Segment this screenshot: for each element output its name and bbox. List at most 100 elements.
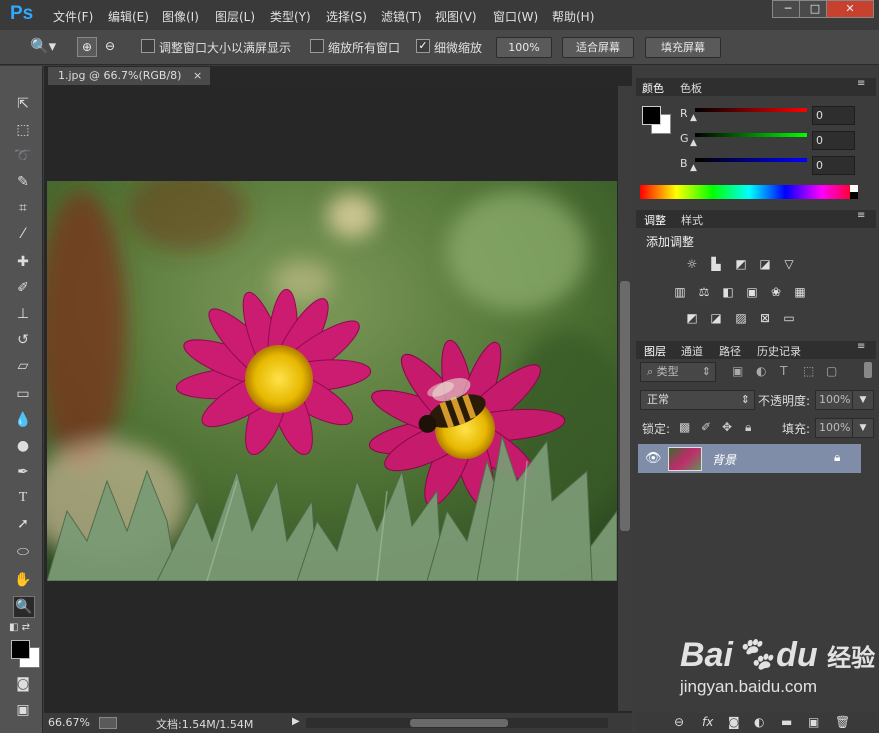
invert-icon[interactable]: ◩ — [684, 311, 700, 325]
resize-windows-checkbox[interactable] — [141, 39, 155, 53]
zoom-out-icon[interactable]: ⊖ — [101, 37, 119, 55]
add-mask-icon[interactable]: ◙ — [728, 715, 740, 729]
layer-fx-icon[interactable]: fx — [702, 715, 713, 729]
eyedropper-tool-icon[interactable]: ⁄ — [13, 224, 33, 244]
horizontal-scrollbar[interactable] — [306, 718, 608, 728]
quick-select-tool-icon[interactable]: ✎ — [13, 172, 33, 192]
filter-smart-icon[interactable]: ▢ — [826, 364, 837, 378]
delete-layer-icon[interactable]: 🗑︎ — [835, 715, 850, 729]
lock-all-icon[interactable]: 🔒︎ — [745, 420, 751, 435]
zoom-tool-preset-icon[interactable]: 🔍▾ — [30, 37, 56, 55]
posterize-icon[interactable]: ◪ — [708, 311, 724, 325]
spectrum-white-chip[interactable] — [850, 185, 858, 192]
layer-row[interactable]: 👁︎ 背景 🔒︎ — [638, 444, 861, 473]
color-lookup-icon[interactable]: ▦ — [792, 285, 808, 299]
menu-edit[interactable]: 编辑(E) — [108, 8, 149, 25]
lasso-tool-icon[interactable]: ➰ — [13, 146, 33, 166]
panel-menu-icon[interactable]: ≡ — [857, 78, 865, 89]
marquee-tool-icon[interactable]: ⬚ — [13, 120, 33, 140]
blue-slider[interactable] — [695, 158, 807, 162]
zoom-in-icon[interactable]: ⊕ — [77, 37, 97, 57]
tab-color[interactable]: 颜色 — [642, 80, 664, 96]
tab-layers[interactable]: 图层 — [644, 343, 666, 359]
close-tab-icon[interactable]: × — [193, 69, 202, 82]
layer-name[interactable]: 背景 — [712, 451, 736, 468]
filter-toggle[interactable] — [864, 362, 872, 378]
eraser-tool-icon[interactable]: ▱ — [13, 356, 33, 376]
move-tool-icon[interactable]: ⇱ — [13, 94, 33, 114]
blue-value[interactable]: 0 — [812, 156, 855, 175]
opacity-dropdown-icon[interactable]: ▼ — [852, 390, 874, 410]
crop-tool-icon[interactable]: ⌗ — [13, 198, 33, 218]
levels-icon[interactable]: ▙ — [708, 257, 724, 271]
adjust-menu-icon[interactable]: ≡ — [857, 210, 865, 221]
menu-help[interactable]: 帮助(H) — [552, 8, 594, 25]
blend-mode-select[interactable]: 正常 ⇕ — [640, 390, 755, 410]
spectrum-black-chip[interactable] — [850, 192, 858, 199]
brush-tool-icon[interactable]: ✐ — [13, 278, 33, 298]
color-balance-icon[interactable]: ⚖ — [696, 285, 712, 299]
lock-position-icon[interactable]: ✥ — [722, 420, 732, 434]
selective-color-icon[interactable]: ⊠ — [757, 311, 773, 325]
vibrance-icon[interactable]: ▽ — [781, 257, 797, 271]
photo-filter-icon[interactable]: ▣ — [744, 285, 760, 299]
quick-mask-icon[interactable]: ◙ — [13, 674, 33, 694]
type-tool-icon[interactable]: T — [13, 488, 33, 508]
link-layers-icon[interactable]: ⊖ — [674, 715, 684, 729]
tab-swatches[interactable]: 色板 — [680, 80, 702, 96]
status-menu-arrow-icon[interactable]: ▶ — [292, 716, 300, 727]
healing-brush-icon[interactable]: ✚ — [13, 252, 33, 272]
green-value[interactable]: 0 — [812, 131, 855, 150]
fill-screen-button[interactable]: 填充屏幕 — [645, 37, 721, 58]
curves-icon[interactable]: ◩ — [733, 257, 749, 271]
clone-stamp-icon[interactable]: ⊥ — [13, 304, 33, 324]
red-slider[interactable] — [695, 108, 807, 112]
actual-pixels-button[interactable]: 100% — [496, 37, 552, 58]
foreground-color-swatch[interactable] — [11, 640, 30, 659]
hue-saturation-icon[interactable]: ▥ — [672, 285, 688, 299]
pen-tool-icon[interactable]: ✒ — [13, 462, 33, 482]
brightness-icon[interactable]: ☼ — [684, 257, 700, 271]
zoom-level[interactable]: 66.67% — [48, 716, 90, 729]
fill-dropdown-icon[interactable]: ▼ — [852, 418, 874, 438]
vertical-scroll-thumb[interactable] — [620, 281, 630, 531]
menu-type[interactable]: 类型(Y) — [270, 8, 311, 25]
red-slider-handle-icon[interactable]: ▲ — [690, 113, 697, 123]
menu-select[interactable]: 选择(S) — [326, 8, 367, 25]
gradient-map-icon[interactable]: ▭ — [781, 311, 797, 325]
menu-window[interactable]: 窗口(W) — [493, 8, 538, 25]
tab-adjustments[interactable]: 调整 — [644, 212, 666, 228]
dodge-tool-icon[interactable]: ● — [13, 436, 33, 456]
vertical-scrollbar[interactable] — [618, 86, 632, 711]
default-colors-icon[interactable]: ◧ ⇄ — [9, 622, 30, 633]
gradient-tool-icon[interactable]: ▭ — [13, 384, 33, 404]
layers-menu-icon[interactable]: ≡ — [857, 341, 865, 352]
opacity-input[interactable]: 100% — [815, 390, 854, 410]
channel-mixer-icon[interactable]: ❀ — [768, 285, 784, 299]
filter-type-icon[interactable]: T — [780, 364, 787, 378]
fill-input[interactable]: 100% — [815, 418, 854, 438]
horizontal-scroll-thumb[interactable] — [410, 719, 508, 727]
color-spectrum-bar[interactable] — [640, 185, 858, 199]
filter-pixel-icon[interactable]: ▣ — [732, 364, 743, 378]
exposure-icon[interactable]: ◪ — [757, 257, 773, 271]
tab-paths[interactable]: 路径 — [719, 343, 741, 359]
tab-history[interactable]: 历史记录 — [757, 343, 801, 359]
blue-slider-handle-icon[interactable]: ▲ — [690, 163, 697, 173]
new-layer-icon[interactable]: ▣ — [808, 715, 819, 729]
fit-screen-button[interactable]: 适合屏幕 — [562, 37, 634, 58]
ellipse-tool-icon[interactable]: ⬭ — [13, 542, 33, 562]
zoom-tool-icon[interactable]: 🔍 — [13, 596, 35, 618]
document-image[interactable] — [47, 181, 617, 581]
tab-styles[interactable]: 样式 — [681, 212, 703, 228]
hand-tool-icon[interactable]: ✋ — [13, 570, 33, 590]
menu-filter[interactable]: 滤镜(T) — [381, 8, 422, 25]
layer-filter-select[interactable]: ⌕ 类型 ⇕ — [640, 362, 716, 382]
screen-mode-icon[interactable]: ▣ — [13, 700, 33, 720]
scrubby-zoom-checkbox[interactable]: ✓ — [416, 39, 430, 53]
document-tab[interactable]: 1.jpg @ 66.7%(RGB/8) × — [48, 67, 210, 85]
filter-adjust-icon[interactable]: ◐ — [756, 364, 766, 378]
menu-image[interactable]: 图像(I) — [162, 8, 199, 25]
color-fg-swatch[interactable] — [642, 106, 661, 125]
lock-transparent-icon[interactable]: ▩ — [679, 420, 690, 434]
